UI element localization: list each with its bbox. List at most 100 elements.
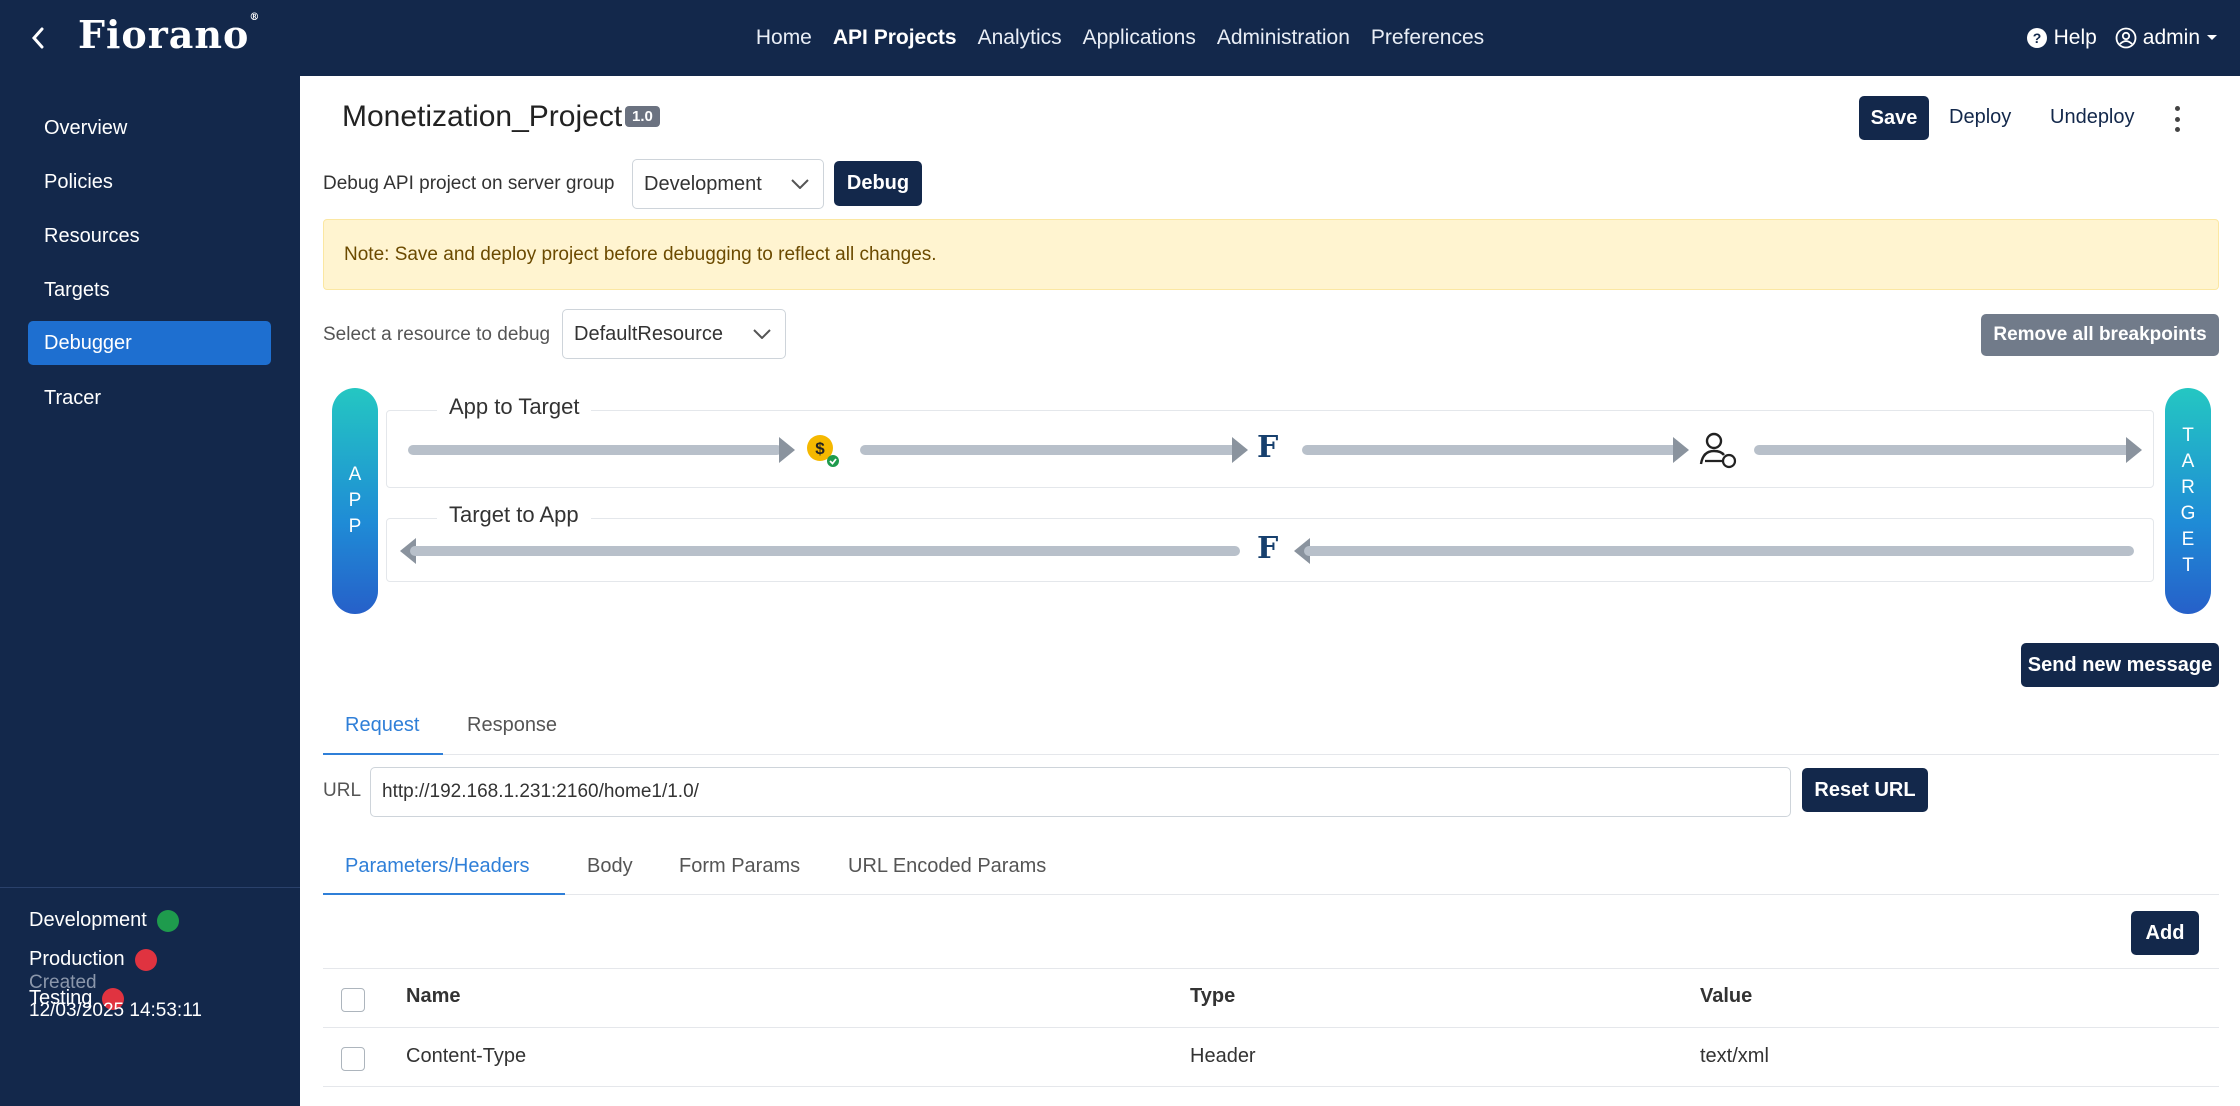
fiorano-policy-icon[interactable]: F xyxy=(1257,531,1278,566)
server-group-select[interactable]: Development xyxy=(632,159,824,209)
pill-letter: P xyxy=(348,516,362,537)
url-label: URL xyxy=(323,780,362,801)
tab-parameters-headers[interactable]: Parameters/Headers xyxy=(345,855,530,878)
column-header-value: Value xyxy=(1700,985,1753,1007)
column-header-name: Name xyxy=(406,985,461,1007)
target-endpoint-pill: T A R G E T xyxy=(2165,388,2211,614)
tabs-divider xyxy=(323,754,2219,755)
sidebar-divider xyxy=(0,887,300,888)
help-label: Help xyxy=(2053,26,2097,49)
select-all-checkbox[interactable] xyxy=(341,988,365,1012)
fiorano-policy-icon[interactable]: F xyxy=(1257,430,1278,465)
flow-arrow xyxy=(1304,546,2134,556)
nav-home[interactable]: Home xyxy=(756,26,812,50)
main-nav: Home API Projects Analytics Applications… xyxy=(0,0,2240,76)
subtabs-divider xyxy=(323,894,2219,895)
pill-letter: T xyxy=(2182,555,2194,576)
pill-letter: A xyxy=(348,464,362,485)
table-top-border xyxy=(323,968,2219,969)
svg-text:?: ? xyxy=(2032,30,2041,46)
resource-select-label: Select a resource to debug xyxy=(323,324,551,345)
arrow-head-right xyxy=(779,437,795,463)
app-endpoint-pill: A P P xyxy=(332,388,378,614)
row-value-cell: text/xml xyxy=(1700,1045,1769,1067)
caret-down-icon xyxy=(2207,35,2217,40)
sidebar-item-targets[interactable]: Targets xyxy=(28,268,271,312)
nav-api-projects[interactable]: API Projects xyxy=(833,26,957,50)
tab-response[interactable]: Response xyxy=(467,714,557,737)
arrow-head-right xyxy=(2126,437,2142,463)
tab-form-params[interactable]: Form Params xyxy=(679,855,800,878)
user-circle-icon xyxy=(2115,27,2137,49)
help-icon: ? xyxy=(2026,28,2047,48)
save-button[interactable]: Save xyxy=(1859,96,1929,140)
sidebar-item-overview[interactable]: Overview xyxy=(28,106,271,150)
flow-arrow xyxy=(1302,445,1682,455)
pill-letter: A xyxy=(2181,451,2195,472)
active-subtab-indicator xyxy=(323,893,565,895)
env-production[interactable]: Production xyxy=(29,948,157,971)
project-title: Monetization_Project xyxy=(342,100,623,133)
tab-request[interactable]: Request xyxy=(345,714,420,737)
status-dot-green xyxy=(156,909,179,932)
send-new-message-button[interactable]: Send new message xyxy=(2021,643,2219,687)
tab-body[interactable]: Body xyxy=(587,855,633,878)
env-development[interactable]: Development xyxy=(29,909,179,932)
sidebar-item-debugger[interactable]: Debugger xyxy=(28,321,271,365)
server-group-value: Development xyxy=(644,172,762,195)
monetization-policy-icon[interactable]: $ xyxy=(805,433,839,467)
nav-analytics[interactable]: Analytics xyxy=(978,26,1062,50)
env-production-label: Production xyxy=(29,948,125,970)
user-key-policy-icon[interactable] xyxy=(1697,430,1739,470)
debug-server-group-label: Debug API project on server group xyxy=(323,173,615,194)
arrow-head-right xyxy=(1673,437,1689,463)
pill-letter: R xyxy=(2181,477,2195,498)
pill-letter: T xyxy=(2182,425,2194,446)
svg-text:$: $ xyxy=(815,439,825,458)
flow-arrow xyxy=(860,445,1240,455)
debug-button[interactable]: Debug xyxy=(834,161,922,206)
env-development-label: Development xyxy=(29,909,147,931)
info-note: Note: Save and deploy project before deb… xyxy=(323,219,2219,290)
sidebar-item-resources[interactable]: Resources xyxy=(28,214,271,258)
resource-value: DefaultResource xyxy=(574,322,723,345)
column-header-type: Type xyxy=(1190,985,1236,1007)
reset-url-button[interactable]: Reset URL xyxy=(1802,768,1928,812)
user-label: admin xyxy=(2142,26,2200,49)
tab-url-encoded-params[interactable]: URL Encoded Params xyxy=(848,855,1046,878)
lane-title-target-to-app: Target to App xyxy=(437,502,591,528)
user-menu[interactable]: admin xyxy=(2115,26,2218,50)
help-link[interactable]: ? Help xyxy=(2026,26,2097,50)
sidebar: Overview Policies Resources Targets Debu… xyxy=(0,76,300,1106)
deploy-button[interactable]: Deploy xyxy=(1949,106,2011,129)
remove-all-breakpoints-button[interactable]: Remove all breakpoints xyxy=(1981,314,2219,356)
table-header-border xyxy=(323,1027,2219,1028)
url-value: http://192.168.1.231:2160/home1/1.0/ xyxy=(382,781,699,802)
undeploy-button[interactable]: Undeploy xyxy=(2050,106,2135,129)
flow-arrow xyxy=(408,445,782,455)
url-input[interactable]: http://192.168.1.231:2160/home1/1.0/ xyxy=(370,767,1791,817)
row-name-cell: Content-Type xyxy=(406,1045,527,1067)
pill-letter: G xyxy=(2180,503,2196,524)
nav-applications[interactable]: Applications xyxy=(1083,26,1196,50)
created-value: 12/03/2025 14:53:11 xyxy=(29,1000,202,1021)
chevron-down-icon xyxy=(791,179,809,189)
active-tab-indicator xyxy=(323,753,443,755)
sidebar-item-tracer[interactable]: Tracer xyxy=(28,376,271,420)
row-checkbox[interactable] xyxy=(341,1047,365,1071)
note-text: Note: Save and deploy project before deb… xyxy=(344,243,937,265)
nav-preferences[interactable]: Preferences xyxy=(1371,26,1484,50)
add-button[interactable]: Add xyxy=(2131,911,2199,955)
pill-letter: P xyxy=(348,490,362,511)
nav-administration[interactable]: Administration xyxy=(1217,26,1350,50)
more-options-icon[interactable] xyxy=(2172,106,2182,132)
arrow-head-right xyxy=(1232,437,1248,463)
status-dot-red xyxy=(134,948,157,971)
sidebar-item-policies[interactable]: Policies xyxy=(28,160,271,204)
flow-arrow xyxy=(1754,445,2134,455)
chevron-down-icon xyxy=(753,329,771,339)
table-row-border xyxy=(323,1086,2219,1087)
resource-select[interactable]: DefaultResource xyxy=(562,309,786,359)
flow-arrow xyxy=(410,546,1240,556)
created-label: Created xyxy=(29,972,97,993)
